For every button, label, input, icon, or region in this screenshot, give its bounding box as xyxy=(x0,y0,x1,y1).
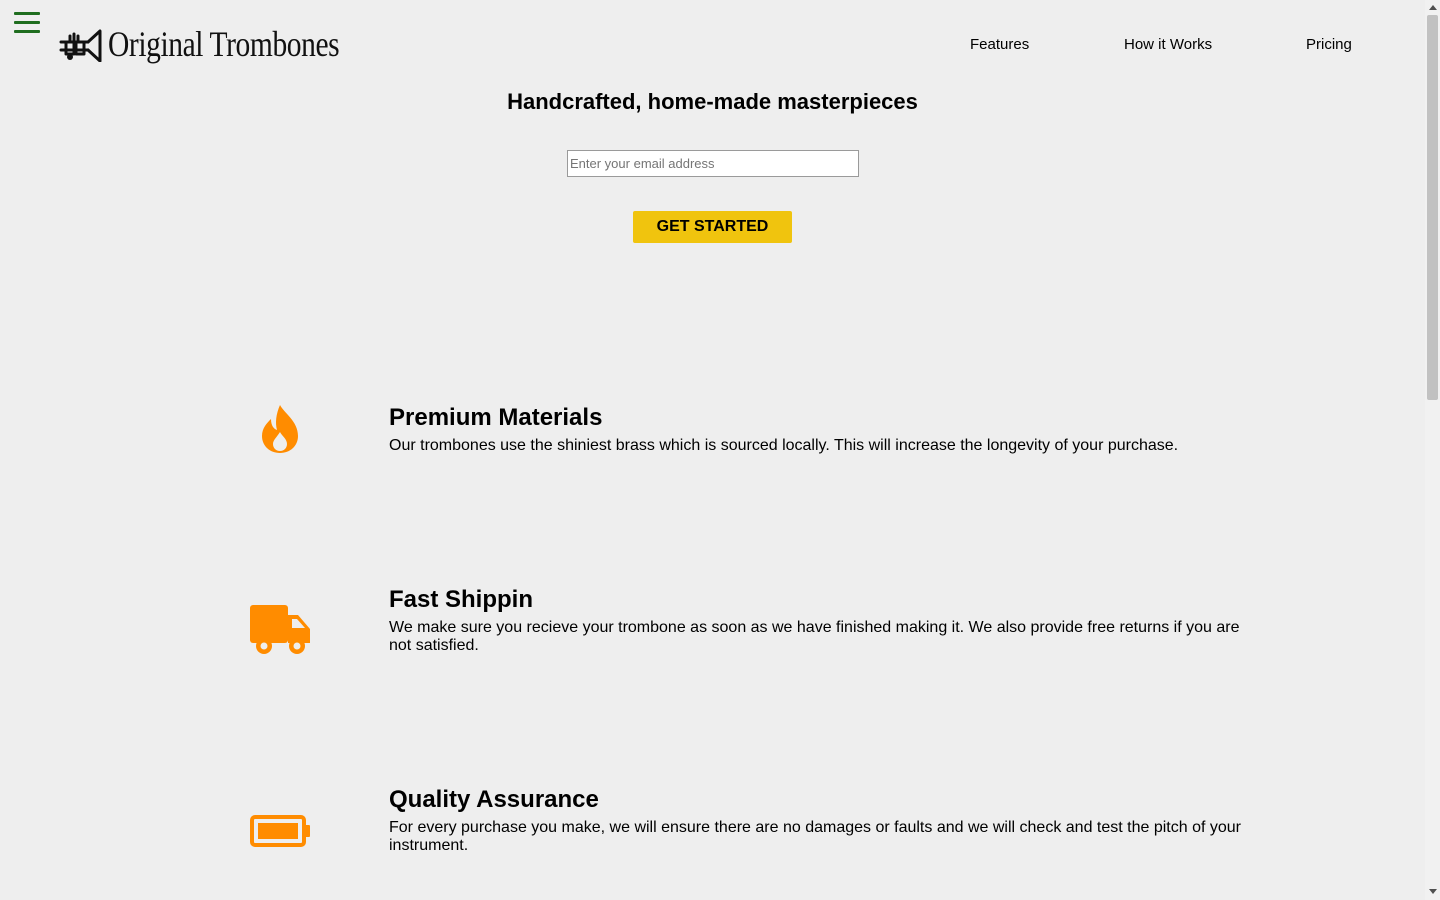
landing-page: Original Trombones Features How it Works… xyxy=(0,0,1440,900)
email-input[interactable] xyxy=(567,150,859,177)
feature-description: Our trombones use the shiniest brass whi… xyxy=(389,437,1179,454)
nav-link-how-it-works[interactable]: How it Works xyxy=(1124,36,1212,53)
scroll-up-arrow-icon[interactable] xyxy=(1429,5,1437,10)
nav-link-pricing[interactable]: Pricing xyxy=(1306,36,1352,53)
site-logo[interactable]: Original Trombones xyxy=(58,22,390,66)
scrollbar-thumb[interactable] xyxy=(1427,15,1438,400)
battery-icon xyxy=(250,815,310,847)
feature-title: Premium Materials xyxy=(389,404,603,431)
hero-title: Handcrafted, home-made masterpieces xyxy=(507,89,918,114)
get-started-button[interactable]: GET STARTED xyxy=(633,211,792,243)
feature-title: Quality Assurance xyxy=(389,786,599,813)
scroll-down-arrow-icon[interactable] xyxy=(1429,889,1437,894)
fire-icon xyxy=(262,405,298,453)
feature-description: We make sure you recieve your trombone a… xyxy=(389,619,1240,654)
nav-link-features[interactable]: Features xyxy=(970,36,1029,53)
feature-description: For every purchase you make, we will ens… xyxy=(389,819,1241,854)
logo-text: Original Trombones xyxy=(108,24,340,64)
hamburger-menu-icon[interactable] xyxy=(14,12,40,34)
trumpet-icon xyxy=(59,29,102,62)
vertical-scrollbar[interactable] xyxy=(1425,0,1440,900)
feature-title: Fast Shippin xyxy=(389,586,533,613)
truck-icon xyxy=(250,605,310,654)
